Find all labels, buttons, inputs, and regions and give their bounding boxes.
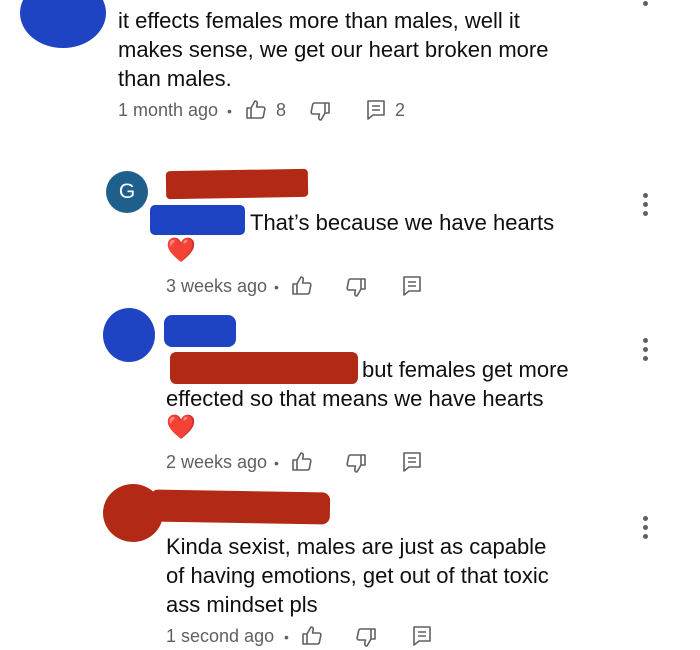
reply-icon[interactable] [400,450,424,474]
username-redacted [164,315,236,347]
comment-actions: 2 weeks ago • [166,450,466,476]
thumbs-down-icon[interactable] [308,99,332,123]
more-vert-icon[interactable] [643,193,649,220]
comment-line: it effects females more than males, well… [118,8,520,33]
avatar-redacted[interactable] [20,0,106,48]
separator-dot: • [274,279,279,295]
username-redacted [165,168,309,200]
timestamp: 1 second ago [166,626,275,646]
heart-emoji: ❤️ [166,414,196,441]
timestamp: 1 month ago [118,100,219,120]
thumbs-up-icon[interactable] [244,98,268,122]
comment-text: That’s because we have hearts [250,210,555,235]
like-count: 8 [276,100,287,120]
thumbs-up-icon[interactable] [300,624,324,648]
thumbs-down-icon[interactable] [344,275,368,299]
comment-line: of having emotions, get out of that toxi… [166,563,549,588]
comment-actions: 1 second ago • [166,624,466,650]
comment-line: makes sense, we get our heart broken mor… [118,37,549,62]
more-vert-icon[interactable] [643,338,649,365]
separator-dot: • [274,455,279,471]
separator-dot: • [227,103,232,119]
comment-actions: 3 weeks ago • [166,274,466,300]
comment-line: ass mindset pls [166,592,318,617]
mention-redacted [170,352,358,384]
separator-dot: • [284,629,289,645]
thumbs-down-icon[interactable] [344,451,368,475]
thumbs-up-icon[interactable] [290,450,314,474]
reply-count: 2 [395,100,406,120]
avatar-redacted[interactable] [103,308,155,362]
comment-line: than males. [118,66,232,91]
comment-actions: 1 month ago • 8 2 [118,98,438,124]
comment-text: Kinda sexist, males are just as capable … [166,532,626,619]
username-redacted [149,489,331,525]
comment-line: Kinda sexist, males are just as capable [166,534,547,559]
timestamp: 2 weeks ago [166,452,268,472]
reply-icon[interactable] [400,274,424,298]
comment-text: it effects females more than males, well… [118,6,638,93]
reply-icon[interactable] [410,624,434,648]
heart-emoji: ❤️ [166,237,196,264]
avatar[interactable]: G [106,171,148,213]
comment-text-line: effected so that means we have hearts [166,386,544,411]
thumbs-down-icon[interactable] [354,625,378,649]
more-vert-icon[interactable] [643,0,649,10]
mention-redacted [150,205,245,235]
reply-icon[interactable] [364,98,388,122]
more-vert-icon[interactable] [643,516,649,543]
comment-text-line: but females get more [362,357,569,382]
thumbs-up-icon[interactable] [290,274,314,298]
avatar-letter: G [118,180,136,203]
timestamp: 3 weeks ago [166,276,268,296]
